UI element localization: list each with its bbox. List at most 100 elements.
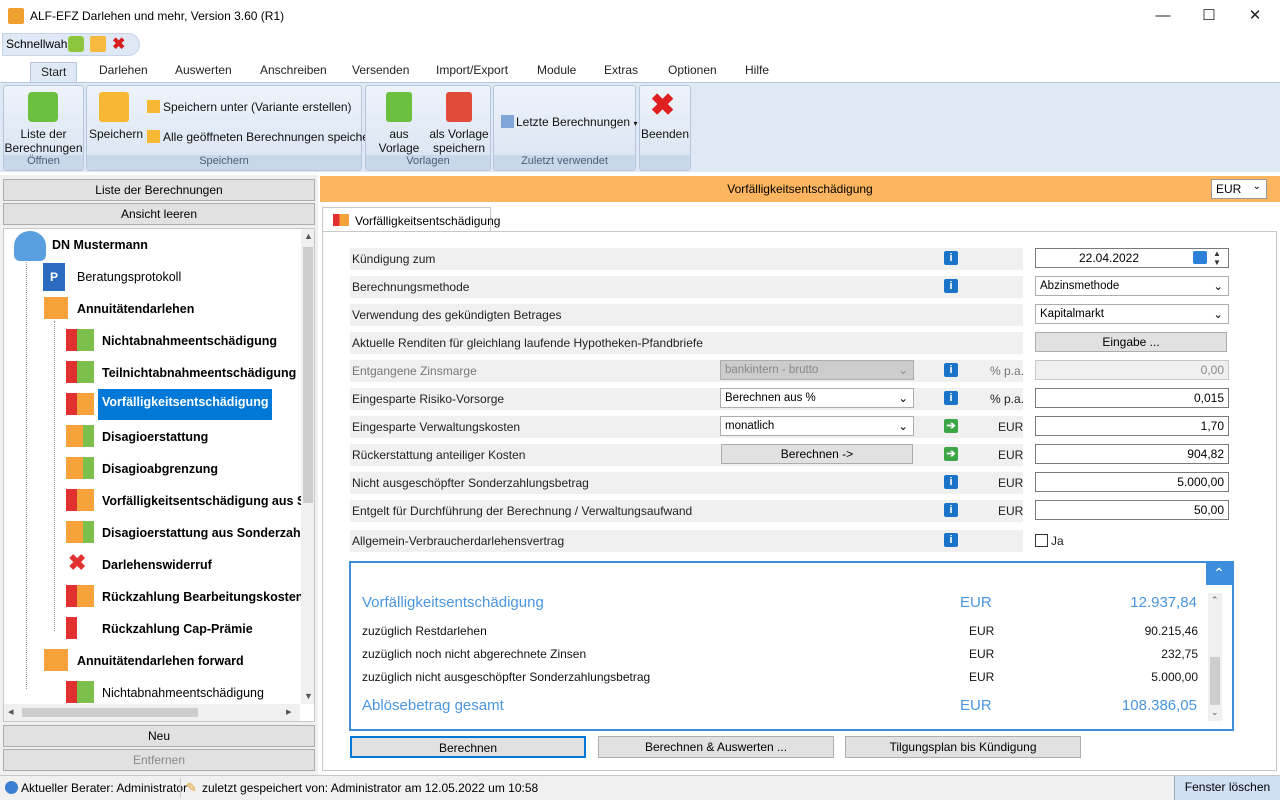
calendar-icon[interactable] <box>1193 251 1207 264</box>
save-button[interactable]: Speichern <box>89 127 143 141</box>
refresh-icon[interactable] <box>68 36 84 52</box>
tree-item-prepayment-special[interactable]: Vorfälligkeitsentschädigung aus Sonderza… <box>102 494 314 508</box>
interest-margin-field[interactable]: 0,00 <box>1035 360 1229 380</box>
tab-module[interactable]: Module <box>537 63 576 77</box>
fee-field[interactable]: 50,00 <box>1035 500 1229 520</box>
usage-select[interactable]: Kapitalmarkt ⌄ <box>1035 304 1229 324</box>
save-all-button[interactable]: Alle geöffneten Berechnungen speichern <box>163 130 380 144</box>
list-of-calculations-button[interactable]: Liste der Berechnungen <box>3 179 315 201</box>
status-advisor: Aktueller Berater: Administrator <box>21 781 188 795</box>
tree-item-revocation[interactable]: Darlehenswiderruf <box>102 558 212 572</box>
minimize-button[interactable]: — <box>1140 0 1186 32</box>
tree-item-loan[interactable]: Annuitätendarlehen <box>77 302 194 316</box>
save-icon[interactable] <box>90 36 106 52</box>
tab-anschreiben[interactable]: Anschreiben <box>260 63 327 77</box>
clear-view-button[interactable]: Ansicht leeren <box>3 203 315 225</box>
row-label: Verwendung des gekündigten Betrages <box>352 308 562 322</box>
calculate-button[interactable]: Berechnen <box>350 736 586 758</box>
save-as-variant-button[interactable]: Speichern unter (Variante erstellen) <box>163 100 352 114</box>
admin-costs-field[interactable]: 1,70 <box>1035 416 1229 436</box>
tree-item-protocol[interactable]: Beratungsprotokoll <box>77 270 181 284</box>
tab-extras[interactable]: Extras <box>604 63 638 77</box>
ribbon: Liste der Berechnungen Öffnen Speichern … <box>0 82 1280 172</box>
tab-versenden[interactable]: Versenden <box>352 63 409 77</box>
hscroll-thumb[interactable] <box>22 708 198 717</box>
result-line-label: zuzüglich Restdarlehen <box>362 624 487 638</box>
delete-icon[interactable]: ✖ <box>112 34 125 54</box>
spinner-icon[interactable]: ▲ ▼ <box>1213 249 1221 267</box>
remove-button[interactable]: Entfernen <box>3 749 315 771</box>
tree-item-non-acceptance[interactable]: Nichtabnahmeentschädigung <box>102 334 277 348</box>
row-label: Allgemein-Verbraucherdarlehensvertrag <box>352 534 565 548</box>
yields-input-button[interactable]: Eingabe ... <box>1035 332 1227 352</box>
disagio-special-icon <box>66 521 94 543</box>
interest-margin-select-value: bankintern - brutto <box>725 364 819 376</box>
scroll-up-icon[interactable]: ⌃ <box>1211 595 1219 606</box>
tree-item-customer[interactable]: DN Mustermann <box>52 238 148 252</box>
admin-costs-select[interactable]: monatlich ⌄ <box>720 416 914 436</box>
interest-margin-select[interactable]: bankintern - brutto ⌄ <box>720 360 914 380</box>
recent-calculations-label: Letzte Berechnungen <box>516 115 631 129</box>
risk-select[interactable]: Berechnen aus % ⌄ <box>720 388 914 408</box>
tab-auswerten[interactable]: Auswerten <box>175 63 232 77</box>
clear-windows-button[interactable]: Fenster löschen <box>1174 776 1280 800</box>
tab-prepayment[interactable]: Vorfälligkeitsentschädigung <box>322 207 500 232</box>
tree-item-forward-non-acceptance[interactable]: Nichtabnahmeentschädigung <box>102 686 264 700</box>
tree-vertical-scrollbar[interactable]: ▲ ▼ <box>301 229 314 704</box>
arrow-icon[interactable]: ➔ <box>944 447 958 461</box>
calculate-evaluate-button[interactable]: Berechnen & Auswerten ... <box>598 736 834 758</box>
scroll-up-icon[interactable]: ▲ <box>304 231 313 241</box>
tab-prepayment-label: Vorfälligkeitsentschädigung <box>355 214 501 228</box>
tree-item-disagio-special[interactable]: Disagioerstattung aus Sonderzahlung <box>102 526 314 540</box>
cost-refund-field[interactable]: 904,82 <box>1035 444 1229 464</box>
row-cost-refund: Rückerstattung anteiliger Kosten <box>350 444 1023 466</box>
info-icon[interactable]: i <box>944 503 958 517</box>
info-icon[interactable]: i <box>944 533 958 547</box>
row-interest-margin: Entgangene Zinsmarge <box>350 360 1023 382</box>
scroll-left-icon[interactable]: ◂ <box>8 705 14 718</box>
recent-calculations-button[interactable]: Letzte Berechnungen ▾ <box>516 115 637 131</box>
tree-horizontal-scrollbar[interactable]: ◂ ▸ <box>4 704 300 721</box>
repayment-plan-button[interactable]: Tilgungsplan bis Kündigung <box>845 736 1081 758</box>
collapse-icon[interactable]: ⌃ <box>1206 563 1232 585</box>
tab-hilfe[interactable]: Hilfe <box>745 63 769 77</box>
scroll-right-icon[interactable]: ▸ <box>286 705 292 718</box>
info-icon[interactable]: i <box>944 363 958 377</box>
result-scrollbar[interactable]: ⌃ ⌄ <box>1208 593 1222 721</box>
currency-select[interactable]: EUR ⌄ <box>1211 179 1267 199</box>
scroll-down-icon[interactable]: ▼ <box>304 691 313 701</box>
arrow-icon[interactable]: ➔ <box>944 419 958 433</box>
scroll-down-icon[interactable]: ⌄ <box>1211 707 1219 718</box>
scroll-thumb[interactable] <box>1210 657 1220 705</box>
calculate-cost-button[interactable]: Berechnen -> <box>721 444 913 464</box>
tree-item-fee-refund[interactable]: Rückzahlung Bearbeitungskosten <box>102 590 303 604</box>
chevron-down-icon: ⌄ <box>1213 281 1223 293</box>
info-icon[interactable]: i <box>944 391 958 405</box>
new-button[interactable]: Neu <box>3 725 315 747</box>
consumer-contract-checkbox[interactable] <box>1035 534 1048 547</box>
maximize-button[interactable]: ☐ <box>1186 0 1232 32</box>
list-calculations-button[interactable]: Liste der Berechnungen <box>4 127 83 155</box>
tree-item-disagio-accrual[interactable]: Disagioabgrenzung <box>102 462 218 476</box>
quit-button[interactable]: Beenden <box>640 127 690 141</box>
method-select[interactable]: Abzinsmethode ⌄ <box>1035 276 1229 296</box>
result-line-unit: EUR <box>969 624 995 638</box>
tree-item-prepayment-selected[interactable]: Vorfälligkeitsentschädigung <box>98 389 273 420</box>
tree-item-cap-premium[interactable]: Rückzahlung Cap-Prämie <box>102 622 253 636</box>
info-icon[interactable]: i <box>944 251 958 265</box>
info-icon[interactable]: i <box>944 475 958 489</box>
tab-optionen[interactable]: Optionen <box>668 63 717 77</box>
scroll-thumb[interactable] <box>303 247 313 503</box>
info-icon[interactable]: i <box>944 279 958 293</box>
special-payment-field[interactable]: 5.000,00 <box>1035 472 1229 492</box>
tab-start[interactable]: Start <box>30 62 78 82</box>
risk-field[interactable]: 0,015 <box>1035 388 1229 408</box>
tree-item-partial-non-acceptance[interactable]: Teilnichtabnahmeentschädigung <box>102 366 296 380</box>
save-template-button[interactable]: als Vorlage speichern <box>428 127 490 155</box>
tree-item-forward-loan[interactable]: Annuitätendarlehen forward <box>77 654 244 668</box>
close-button[interactable]: ✕ <box>1232 0 1278 32</box>
tab-import-export[interactable]: Import/Export <box>436 63 508 77</box>
tree-item-disagio-refund[interactable]: Disagioerstattung <box>102 430 208 444</box>
row-label: Rückerstattung anteiliger Kosten <box>352 448 526 462</box>
tab-darlehen[interactable]: Darlehen <box>99 63 148 77</box>
